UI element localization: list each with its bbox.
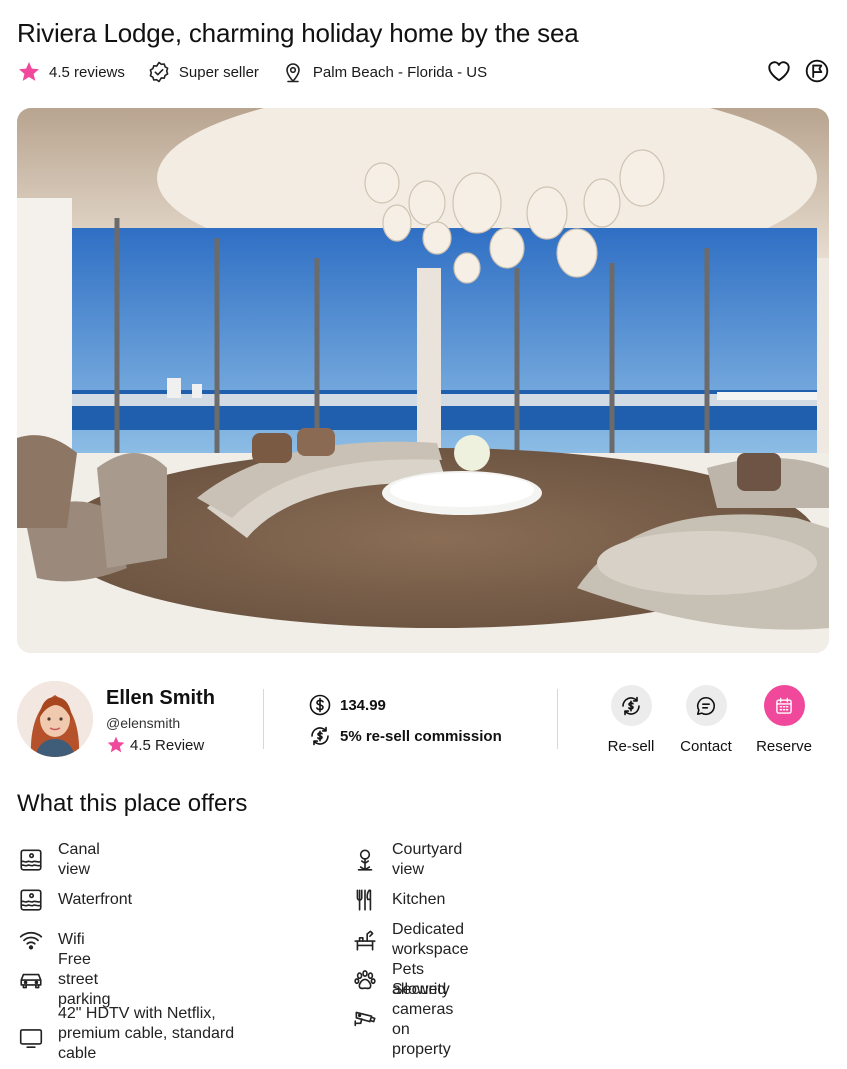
amenity-label: Courtyard view xyxy=(392,841,463,878)
chat-icon xyxy=(696,696,715,715)
paw-icon xyxy=(351,966,379,994)
host-rating-text: 4.5 Review xyxy=(130,736,205,754)
amenity-label: Security cameras on property xyxy=(392,981,454,1058)
rating-summary[interactable]: 4.5 reviews xyxy=(17,60,125,84)
heart-icon xyxy=(768,61,790,82)
host-panel: Ellen Smith @elensmith 4.5 Review 134.99… xyxy=(17,681,829,759)
seller-badge: Super seller xyxy=(147,60,259,84)
amenity-item: Dedicated workspace xyxy=(351,921,468,958)
resell-dollar-icon xyxy=(311,726,329,746)
host-avatar[interactable] xyxy=(17,681,93,757)
rating-text: 4.5 reviews xyxy=(49,63,125,81)
contact-button[interactable]: Contact xyxy=(675,685,737,755)
amenity-item: Courtyard view xyxy=(351,841,462,878)
verified-badge-icon xyxy=(149,61,169,83)
listing-title: Riviera Lodge, charming holiday home by … xyxy=(17,18,579,48)
waterfront-icon xyxy=(17,886,45,914)
amenity-label: Wifi xyxy=(58,931,85,948)
host-handle: @elensmith xyxy=(106,715,181,731)
flag-icon xyxy=(805,59,829,83)
amenity-item: Pets allowed xyxy=(351,961,446,998)
location[interactable]: Palm Beach - Florida - US xyxy=(281,60,487,84)
listing-meta: 4.5 reviews Super seller Palm Beach - Fl… xyxy=(17,58,487,86)
map-pin-icon xyxy=(286,63,300,83)
commission: 5% re-sell commission xyxy=(308,724,502,748)
amenity-item: Waterfront xyxy=(17,886,132,914)
canal-view-icon xyxy=(17,846,45,874)
location-label: Palm Beach - Florida - US xyxy=(312,63,488,81)
resell-icon xyxy=(622,696,640,715)
courtyard-icon xyxy=(351,846,379,874)
commission-text: 5% re-sell commission xyxy=(340,727,502,745)
divider xyxy=(263,689,264,749)
host-rating: 4.5 Review xyxy=(106,735,204,755)
reserve-icon-wrap xyxy=(763,685,805,726)
contact-label: Contact xyxy=(680,738,732,755)
amenity-item: 42" HDTV with Netflix, premium cable, st… xyxy=(17,1005,234,1062)
star-icon xyxy=(107,736,125,753)
dollar-circle-icon xyxy=(309,694,331,716)
kitchen-icon xyxy=(351,886,379,914)
amenity-label: Kitchen xyxy=(392,891,446,908)
reserve-button[interactable]: Reserve xyxy=(753,685,815,755)
amenity-label: 42" HDTV with Netflix, premium cable, st… xyxy=(58,1005,235,1062)
contact-icon-wrap xyxy=(685,685,727,726)
amenity-item: Security cameras on property xyxy=(351,981,453,1058)
host-name[interactable]: Ellen Smith xyxy=(106,687,215,710)
listing-actions xyxy=(766,58,830,84)
tv-icon xyxy=(17,1024,45,1052)
wifi-icon xyxy=(17,926,45,954)
resell-icon-wrap xyxy=(610,685,652,726)
price: 134.99 xyxy=(308,693,386,717)
reserve-label: Reserve xyxy=(756,738,812,755)
amenity-item: Free street parking xyxy=(17,951,110,1008)
report-button[interactable] xyxy=(804,58,830,84)
car-icon xyxy=(17,966,45,994)
price-value: 134.99 xyxy=(340,696,386,714)
resell-label: Re-sell xyxy=(607,738,655,755)
listing-photo[interactable] xyxy=(17,108,829,653)
divider xyxy=(557,689,558,749)
seller-badge-label: Super seller xyxy=(178,63,259,81)
resell-button[interactable]: Re-sell xyxy=(600,685,662,755)
offers-title: What this place offers xyxy=(17,790,248,817)
star-icon xyxy=(19,62,39,81)
amenity-label: Waterfront xyxy=(58,891,133,908)
amenity-label: Dedicated workspace xyxy=(392,921,469,958)
amenity-label: Free street parking xyxy=(58,951,111,1008)
camera-icon xyxy=(351,1006,379,1034)
amenity-item: Wifi xyxy=(17,926,85,954)
amenity-item: Kitchen xyxy=(351,886,445,914)
amenity-label: Canal view xyxy=(58,841,100,878)
calendar-icon xyxy=(776,697,792,714)
favorite-button[interactable] xyxy=(766,58,792,84)
amenity-item: Canal view xyxy=(17,841,100,878)
workspace-icon xyxy=(351,926,379,954)
